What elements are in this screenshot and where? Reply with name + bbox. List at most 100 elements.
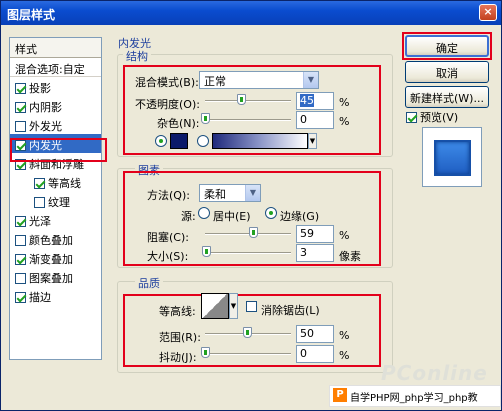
opacity-slider-thumb[interactable] xyxy=(237,94,246,105)
style-item-label: 斜面和浮雕 xyxy=(29,158,84,171)
opacity-slider[interactable] xyxy=(205,100,291,102)
jitter-label: 抖动(J): xyxy=(159,351,197,364)
style-item-label: 纹理 xyxy=(48,196,70,209)
chevron-down-icon: ▼ xyxy=(245,185,260,201)
blend-mode-select[interactable]: 正常 ▼ xyxy=(199,71,319,89)
style-list-header[interactable]: 样式 xyxy=(10,38,101,58)
source-edge-radio[interactable] xyxy=(265,207,277,219)
style-item-bevel-emboss[interactable]: 斜面和浮雕 xyxy=(10,153,101,172)
style-item-outer-glow[interactable]: 外发光 xyxy=(10,115,101,134)
satin-checkbox[interactable] xyxy=(15,216,26,227)
gradient-dropdown-arrow[interactable]: ▼ xyxy=(308,133,317,149)
choke-input[interactable]: 59 xyxy=(296,225,334,243)
choke-unit: % xyxy=(339,229,350,242)
jitter-input[interactable]: 0 xyxy=(296,345,334,363)
antialias-label[interactable]: 消除锯齿(L) xyxy=(261,302,320,318)
close-icon[interactable]: × xyxy=(479,4,497,21)
style-list: 样式 混合选项:自定 投影 内阴影 外发光 内发光 斜面和浮雕 等高线 纹理 光… xyxy=(9,37,102,360)
contour-preview[interactable] xyxy=(201,293,229,319)
opacity-value: 45 xyxy=(300,94,314,107)
range-slider-thumb[interactable] xyxy=(243,327,252,338)
inner-glow-checkbox[interactable] xyxy=(15,140,26,151)
elements-legend: 图素 xyxy=(135,162,163,178)
source-center-label[interactable]: 居中(E) xyxy=(213,208,251,224)
jitter-slider[interactable] xyxy=(205,353,291,355)
choke-slider-thumb[interactable] xyxy=(249,227,258,238)
noise-slider-thumb[interactable] xyxy=(201,113,210,124)
preview-checkbox[interactable] xyxy=(406,112,417,123)
style-item-label: 光泽 xyxy=(29,215,51,228)
solid-color-radio[interactable] xyxy=(155,135,167,147)
noise-slider[interactable] xyxy=(205,119,291,121)
outer-glow-checkbox[interactable] xyxy=(15,121,26,132)
style-item-color-overlay[interactable]: 颜色叠加 xyxy=(10,229,101,248)
style-item-label: 图案叠加 xyxy=(29,272,73,285)
pattern-overlay-checkbox[interactable] xyxy=(15,273,26,284)
drop-shadow-checkbox[interactable] xyxy=(15,83,26,94)
style-preview xyxy=(422,127,482,187)
noise-unit: % xyxy=(339,115,350,128)
texture-checkbox[interactable] xyxy=(34,197,45,208)
method-label: 方法(Q): xyxy=(147,189,190,202)
range-label: 范围(R): xyxy=(159,331,201,344)
stroke-checkbox[interactable] xyxy=(15,292,26,303)
contour-label: 等高线: xyxy=(159,305,196,318)
style-item-inner-glow[interactable]: 内发光 xyxy=(10,134,101,153)
site-logo-icon: P xyxy=(333,388,347,402)
style-item-contour[interactable]: 等高线 xyxy=(10,172,101,191)
style-item-stroke[interactable]: 描边 xyxy=(10,286,101,305)
style-item-texture[interactable]: 纹理 xyxy=(10,191,101,210)
pconline-watermark: PConline xyxy=(381,361,488,385)
dialog-title: 图层样式 xyxy=(7,8,56,22)
style-item-label: 内发光 xyxy=(29,139,62,152)
style-item-drop-shadow[interactable]: 投影 xyxy=(10,77,101,96)
style-item-satin[interactable]: 光泽 xyxy=(10,210,101,229)
bevel-emboss-checkbox[interactable] xyxy=(15,159,26,170)
jitter-unit: % xyxy=(339,349,350,362)
source-edge-label[interactable]: 边缘(G) xyxy=(280,208,319,224)
style-item-label: 渐变叠加 xyxy=(29,253,73,266)
range-input[interactable]: 50 xyxy=(296,325,334,343)
antialias-checkbox[interactable] xyxy=(246,301,257,312)
choke-value: 59 xyxy=(300,227,314,240)
source-label: 源: xyxy=(181,210,196,223)
style-item-gradient-overlay[interactable]: 渐变叠加 xyxy=(10,248,101,267)
choke-slider[interactable] xyxy=(205,233,291,235)
new-style-button[interactable]: 新建样式(W)... xyxy=(405,86,489,108)
size-value: 3 xyxy=(300,246,307,259)
contour-dropdown-arrow[interactable]: ▼ xyxy=(229,293,238,319)
blend-mode-label: 混合模式(B): xyxy=(135,76,199,89)
inner-shadow-checkbox[interactable] xyxy=(15,102,26,113)
size-slider-thumb[interactable] xyxy=(202,246,211,257)
style-item-inner-shadow[interactable]: 内阴影 xyxy=(10,96,101,115)
size-unit: 像素 xyxy=(339,250,361,263)
title-bar: 图层样式 × xyxy=(1,1,501,25)
style-item-label: 颜色叠加 xyxy=(29,234,73,247)
jitter-slider-thumb[interactable] xyxy=(201,347,210,358)
layer-style-dialog: 图层样式 × 样式 混合选项:自定 投影 内阴影 外发光 内发光 斜面和浮雕 等… xyxy=(0,0,502,411)
ok-button[interactable]: 确定 xyxy=(405,35,489,57)
noise-input[interactable]: 0 xyxy=(296,111,334,129)
style-item-pattern-overlay[interactable]: 图案叠加 xyxy=(10,267,101,286)
preview-toggle[interactable]: 预览(V) xyxy=(406,109,458,125)
method-select[interactable]: 柔和 ▼ xyxy=(199,184,261,202)
size-input[interactable]: 3 xyxy=(296,244,334,262)
style-item-blend-options[interactable]: 混合选项:自定 xyxy=(10,58,101,77)
jitter-value: 0 xyxy=(300,347,307,360)
source-center-radio[interactable] xyxy=(198,207,210,219)
quality-legend: 品质 xyxy=(135,275,163,291)
cancel-button[interactable]: 取消 xyxy=(405,61,489,83)
style-item-label: 描边 xyxy=(29,291,51,304)
glow-color-swatch[interactable] xyxy=(170,133,188,149)
style-item-label: 等高线 xyxy=(48,177,81,190)
gradient-overlay-checkbox[interactable] xyxy=(15,254,26,265)
opacity-input[interactable]: 45 xyxy=(296,92,334,110)
method-value: 柔和 xyxy=(204,188,226,201)
range-value: 50 xyxy=(300,327,314,340)
size-slider[interactable] xyxy=(205,252,291,254)
gradient-radio[interactable] xyxy=(197,135,209,147)
glow-gradient-swatch[interactable] xyxy=(212,133,308,149)
color-overlay-checkbox[interactable] xyxy=(15,235,26,246)
preview-swatch xyxy=(434,140,471,176)
contour-checkbox[interactable] xyxy=(34,178,45,189)
